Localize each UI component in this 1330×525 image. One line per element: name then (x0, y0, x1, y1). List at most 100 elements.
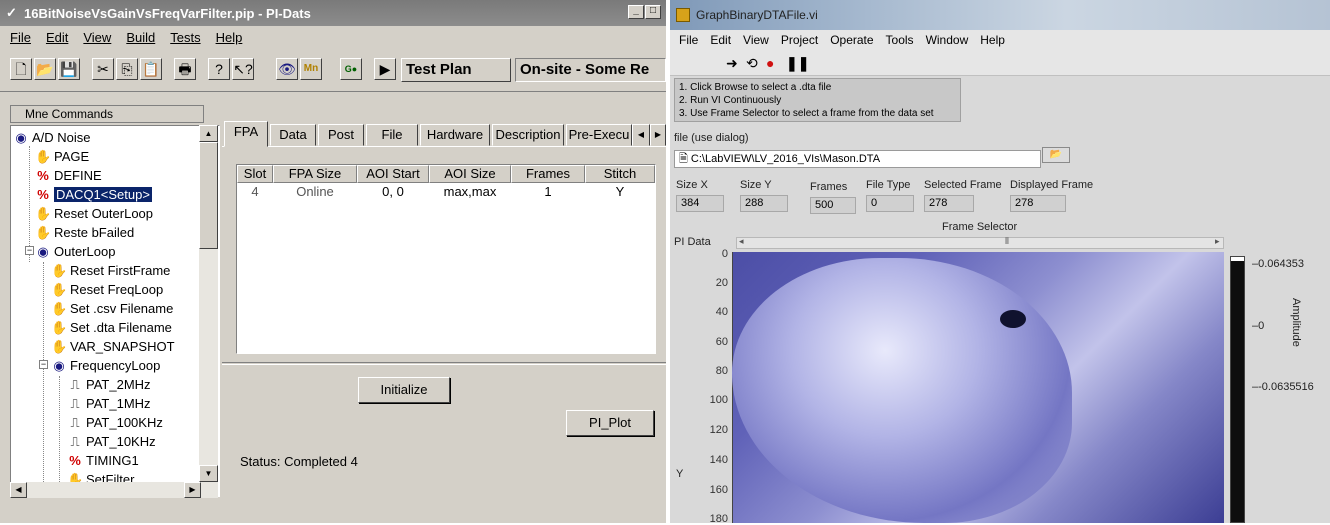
selected-frame-value[interactable]: 278 (924, 195, 974, 212)
menu-view[interactable]: View (83, 30, 111, 45)
thermal-image-dark-spot (1000, 310, 1026, 328)
browse-folder-icon[interactable]: 📂 (1042, 147, 1070, 163)
tab-scroll-left-icon[interactable]: ◀ (632, 124, 650, 146)
print-icon[interactable]: 🖶 (174, 58, 196, 80)
scroll-up-icon[interactable]: ▲ (199, 125, 218, 142)
cell-slot[interactable]: 4 (237, 184, 273, 200)
menu-file[interactable]: File (10, 30, 31, 45)
pi-plot-button[interactable]: PI_Plot (566, 410, 654, 436)
cell-fpa-size[interactable]: Online (273, 184, 357, 200)
tree-item-selected[interactable]: % DACQ1<Setup> (35, 185, 152, 204)
pause-icon[interactable]: ❚❚ (786, 54, 809, 72)
scroll-thumb[interactable] (199, 142, 218, 249)
col-header-fpa-size[interactable]: FPA Size (273, 165, 357, 183)
slider-thumb[interactable]: ⦀ (1005, 236, 1009, 247)
menu-operate[interactable]: Operate (830, 30, 873, 50)
tree-item[interactable]: ✋ Reste bFailed (35, 223, 134, 242)
maximize-button[interactable]: □ (645, 5, 661, 19)
menu-tools[interactable]: Tools (886, 30, 914, 50)
paste-icon[interactable]: 📋 (140, 58, 162, 80)
tree-item[interactable]: ✋ Set .dta Filename (51, 318, 172, 337)
save-icon[interactable]: 💾 (58, 58, 80, 80)
scroll-down-icon[interactable]: ▼ (199, 465, 218, 482)
run-continuously-icon[interactable]: ⟲ (746, 54, 758, 72)
hand-icon: ✋ (35, 206, 52, 221)
scroll-right-icon[interactable]: ▶ (184, 482, 201, 498)
eye-view-icon[interactable]: 👁 (276, 58, 298, 80)
tree-item[interactable]: ◉ FrequencyLoop (51, 356, 160, 375)
tree-item[interactable]: ◉ OuterLoop (35, 242, 115, 261)
app-icon: ✓ (6, 5, 17, 20)
scale-min-label: –-0.0635516 (1252, 381, 1314, 393)
cell-aoi-size[interactable]: max,max (429, 184, 511, 200)
tree-item[interactable]: % DEFINE (35, 166, 101, 185)
abort-icon[interactable]: ● (766, 54, 774, 72)
fpa-table[interactable]: Slot FPA Size AOI Start AOI Size Frames … (236, 164, 656, 354)
menu-build[interactable]: Build (126, 30, 155, 45)
tree-horizontal-scrollbar[interactable]: ◀ ▶ (10, 482, 218, 498)
col-header-aoi-start[interactable]: AOI Start (357, 165, 429, 183)
help-icon[interactable]: ? (208, 58, 230, 80)
menu-file[interactable]: File (679, 30, 698, 50)
size-y-label: Size Y (740, 179, 772, 191)
panel-splitter[interactable] (222, 362, 666, 365)
col-header-stitch[interactable]: Stitch (585, 165, 655, 183)
context-help-icon[interactable]: ↖? (232, 58, 254, 80)
menu-window[interactable]: Window (926, 30, 969, 50)
menu-edit[interactable]: Edit (710, 30, 731, 50)
tab-hardware[interactable]: Hardware (420, 124, 490, 146)
menu-project[interactable]: Project (781, 30, 818, 50)
tree-item[interactable]: ✋ PAGE (35, 147, 89, 166)
tree-item[interactable]: ✋ Reset FreqLoop (51, 280, 163, 299)
menu-view[interactable]: View (743, 30, 769, 50)
collapse-toggle[interactable]: − (25, 246, 34, 255)
menu-tests[interactable]: Tests (170, 30, 200, 45)
open-folder-icon[interactable]: 📂 (34, 58, 56, 80)
tree-item[interactable]: ⎍ PAT_1MHz (67, 394, 150, 413)
tree-item[interactable]: % TIMING1 (67, 451, 139, 470)
col-header-frames[interactable]: Frames (511, 165, 585, 183)
file-path-field[interactable]: 🗎 C:\LabVIEW\LV_2016_VIs\Mason.DTA (674, 150, 1041, 168)
new-file-icon[interactable]: 🗋 (10, 58, 32, 80)
menu-help[interactable]: Help (216, 30, 243, 45)
tab-file[interactable]: File (366, 124, 418, 146)
color-scale-bar[interactable] (1230, 256, 1245, 523)
tree-item[interactable]: ⎍ PAT_2MHz (67, 375, 150, 394)
tab-fpa[interactable]: FPA (224, 121, 268, 147)
go-icon[interactable]: G● (340, 58, 362, 80)
tab-pre-execute[interactable]: Pre-Execu (566, 124, 632, 146)
collapse-toggle[interactable]: − (39, 360, 48, 369)
minimize-button[interactable]: _ (628, 5, 644, 19)
initialize-button[interactable]: Initialize (358, 377, 450, 403)
tree-item[interactable]: ✋ VAR_SNAPSHOT (51, 337, 175, 356)
cell-stitch[interactable]: Y (585, 184, 655, 200)
tab-post[interactable]: Post (318, 124, 364, 146)
frame-selector-slider[interactable]: ◂ ⦀ ▸ (736, 236, 1224, 249)
tree-item[interactable]: ✋ Reset FirstFrame (51, 261, 170, 280)
tree-item[interactable]: ◉ A/D Noise (13, 128, 90, 147)
mn-icon[interactable]: Mn (300, 58, 322, 80)
slider-left-icon[interactable]: ◂ (739, 236, 744, 247)
tree-vertical-scrollbar[interactable]: ▲ ▼ (199, 125, 218, 482)
tab-description[interactable]: Description (492, 124, 564, 146)
run-arrow-icon[interactable]: ➜ (726, 54, 738, 72)
test-plan-button[interactable]: Test Plan (401, 58, 511, 82)
tree-item[interactable]: ⎍ PAT_10KHz (67, 432, 155, 451)
col-header-slot[interactable]: Slot (237, 165, 273, 183)
menu-help[interactable]: Help (980, 30, 1005, 50)
run-play-icon[interactable]: ▶ (374, 58, 396, 80)
tree-item[interactable]: ⎍ PAT_100KHz (67, 413, 162, 432)
scroll-left-icon[interactable]: ◀ (10, 482, 27, 498)
col-header-aoi-size[interactable]: AOI Size (429, 165, 511, 183)
copy-icon[interactable]: ⎘ (116, 58, 138, 80)
cut-icon[interactable]: ✂ (92, 58, 114, 80)
tree-item[interactable]: ✋ Set .csv Filename (51, 299, 173, 318)
tree-item[interactable]: ✋ Reset OuterLoop (35, 204, 153, 223)
command-tree[interactable]: − − ◉ A/D Noise ✋ PAGE % DEFINE % DACQ1<Setu… (10, 125, 220, 497)
cell-aoi-start[interactable]: 0, 0 (357, 184, 429, 200)
menu-edit[interactable]: Edit (46, 30, 68, 45)
cell-frames[interactable]: 1 (511, 184, 585, 200)
tab-scroll-right-icon[interactable]: ▶ (650, 124, 666, 146)
tab-data[interactable]: Data (270, 124, 316, 146)
slider-right-icon[interactable]: ▸ (1215, 236, 1220, 247)
